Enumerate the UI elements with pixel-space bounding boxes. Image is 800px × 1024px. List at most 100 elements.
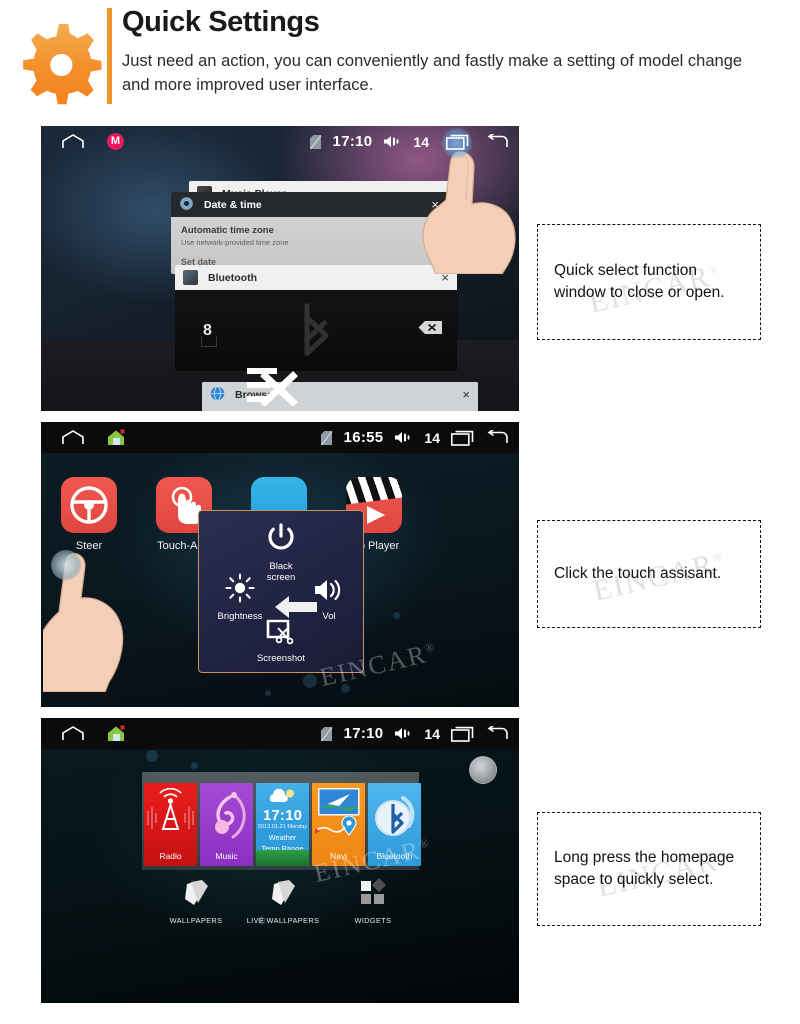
- pointing-hand-icon: [406, 148, 519, 275]
- settings-gear-icon: [179, 196, 194, 214]
- option-label: LIVE WALLPAPERS: [246, 916, 320, 925]
- bokeh-dot: [393, 612, 400, 619]
- backspace-icon[interactable]: [418, 320, 443, 340]
- weather-line1: Weather: [268, 833, 297, 842]
- volume-level: 14: [413, 133, 429, 150]
- home-app-icon[interactable]: [107, 725, 126, 742]
- assistant-brightness[interactable]: Brightness: [205, 573, 275, 622]
- back-arrow-icon[interactable]: [485, 725, 509, 742]
- home-outline-icon[interactable]: [61, 430, 85, 445]
- app-label-steer: Steer: [75, 540, 103, 552]
- bokeh-dot: [303, 674, 317, 688]
- touch-indicator: [51, 550, 81, 580]
- bluetooth-app-icon: [183, 270, 198, 285]
- widget-tile-bluetooth[interactable]: Bluetooth: [368, 783, 421, 866]
- status-time: 17:10: [332, 133, 373, 150]
- weather-grass: [256, 850, 309, 866]
- option-label: WIDGETS: [354, 916, 392, 925]
- screenshot-panel-touch-assistant: 16:55 14 Steer Touch-Assi o Player Black…: [41, 422, 519, 707]
- bokeh-dot: [341, 684, 350, 693]
- setting-row-subtitle: Use network-provided time zone: [181, 238, 289, 247]
- recent-apps-icon[interactable]: [451, 726, 474, 742]
- recent-apps-icon[interactable]: [440, 126, 474, 159]
- screenshot-panel-recent-apps: M 17:10 14 Date & time × Automatic time …: [41, 126, 519, 411]
- back-arrow-icon[interactable]: [485, 133, 509, 150]
- rotary-knob-icon[interactable]: [469, 756, 497, 784]
- widget-label: Bluetooth: [376, 851, 413, 861]
- no-sim-icon: [320, 430, 333, 446]
- home-outline-icon[interactable]: [61, 134, 85, 149]
- wallpapers-icon: [185, 880, 208, 905]
- weather-icon: [269, 788, 294, 802]
- caption-text: Click the touch assisant.: [554, 564, 722, 582]
- recent-card-bluetooth[interactable]: Bluetooth × 8: [175, 265, 457, 371]
- music-note-icon: [215, 792, 246, 839]
- volume-level: 14: [424, 429, 440, 446]
- status-time: 17:10: [343, 725, 384, 742]
- widget-label: Radio: [159, 851, 182, 861]
- setting-row-title: Automatic time zone: [181, 225, 274, 236]
- bokeh-dot: [191, 762, 198, 769]
- steering-wheel-icon: [70, 486, 108, 524]
- screenshot-panel-home-long-press: 17:10 14 Radio Music 17:10 2013.01.21 Mo…: [41, 718, 519, 1003]
- page-subtitle: Just need an action, you can convenientl…: [122, 52, 743, 94]
- header-accent-rule: [107, 8, 112, 104]
- caption-text: Long press the homepage space to quickly…: [554, 848, 735, 888]
- close-icon[interactable]: ×: [462, 387, 470, 402]
- recent-card-browser[interactable]: Browser ×: [202, 382, 478, 411]
- back-arrow-large-icon[interactable]: [273, 593, 319, 626]
- caption-box-1: Quick select function window to close or…: [537, 224, 761, 340]
- page-title: Quick Settings: [122, 6, 320, 38]
- live-wallpapers-icon: [272, 880, 295, 905]
- option-widgets[interactable]: WIDGETS: [325, 877, 421, 925]
- weather-time: 17:10: [262, 807, 303, 824]
- no-sim-icon: [309, 134, 322, 150]
- page-root: Quick Settings Just need an action, you …: [0, 0, 800, 1024]
- option-wallpapers[interactable]: WALLPAPERS: [148, 878, 244, 925]
- bluetooth-watermark-icon: [290, 297, 342, 364]
- volume-level: 14: [424, 725, 440, 742]
- widget-tile-music[interactable]: Music: [200, 783, 253, 866]
- widget-label: Navi: [329, 851, 347, 861]
- option-live-wallpapers[interactable]: LIVE WALLPAPERS: [235, 878, 331, 925]
- widget-row: Radio Music 17:10 2013.01.21 Monday Weat…: [144, 783, 421, 866]
- recent-apps-icon[interactable]: [451, 430, 474, 446]
- gear-icon: [22, 24, 104, 106]
- assistant-label: Screenshot: [256, 653, 306, 664]
- caption-box-2: Click the touch assisant.: [537, 520, 761, 628]
- route-line-icon: [314, 826, 346, 834]
- volume-icon: [383, 135, 402, 148]
- back-arrow-icon[interactable]: [485, 429, 509, 446]
- home-options-row: WALLPAPERS LIVE WALLPAPERS WIDGETS: [148, 877, 421, 936]
- close-all-icon[interactable]: [245, 366, 299, 407]
- bokeh-dot: [265, 690, 271, 696]
- status-bar-2: 16:55 14: [41, 422, 519, 453]
- bluetooth-icon: [375, 796, 415, 836]
- widget-tile-radio[interactable]: Radio: [144, 783, 197, 866]
- volume-icon: [394, 727, 413, 740]
- home-app-icon[interactable]: [107, 429, 126, 446]
- page-header: Quick Settings Just need an action, you …: [0, 0, 800, 112]
- assistant-label-line1: Black: [269, 561, 293, 572]
- widget-picker-tray: Radio Music 17:10 2013.01.21 Monday Weat…: [142, 772, 421, 870]
- navigation-map-icon: [318, 788, 360, 816]
- volume-icon: [394, 431, 413, 444]
- home-outline-icon[interactable]: [61, 726, 85, 741]
- widgets-icon: [361, 877, 387, 904]
- widget-tile-weather[interactable]: 17:10 2013.01.21 Monday Weather Temp Ran…: [256, 783, 309, 866]
- caption-text: Quick select function window to close or…: [554, 261, 725, 301]
- weather-date: 2013.01.21 Monday: [257, 824, 308, 830]
- gmail-icon[interactable]: M: [107, 133, 124, 150]
- app-icon-steer[interactable]: [61, 477, 117, 533]
- status-time: 16:55: [343, 429, 384, 446]
- status-bar-1: M 17:10 14: [41, 126, 519, 159]
- widget-label: Music: [215, 851, 238, 861]
- brightness-sun-icon: [225, 573, 255, 603]
- card-title: Date & time: [204, 198, 262, 211]
- option-label: WALLPAPERS: [169, 916, 223, 925]
- status-bar-3: 17:10 14: [41, 718, 519, 749]
- browser-globe-icon: [210, 385, 225, 404]
- widget-tile-navi[interactable]: Navi: [312, 783, 365, 866]
- touch-assistant-popup[interactable]: Black screen Brightness Vol Screenshot: [198, 510, 364, 673]
- no-sim-icon: [320, 726, 333, 742]
